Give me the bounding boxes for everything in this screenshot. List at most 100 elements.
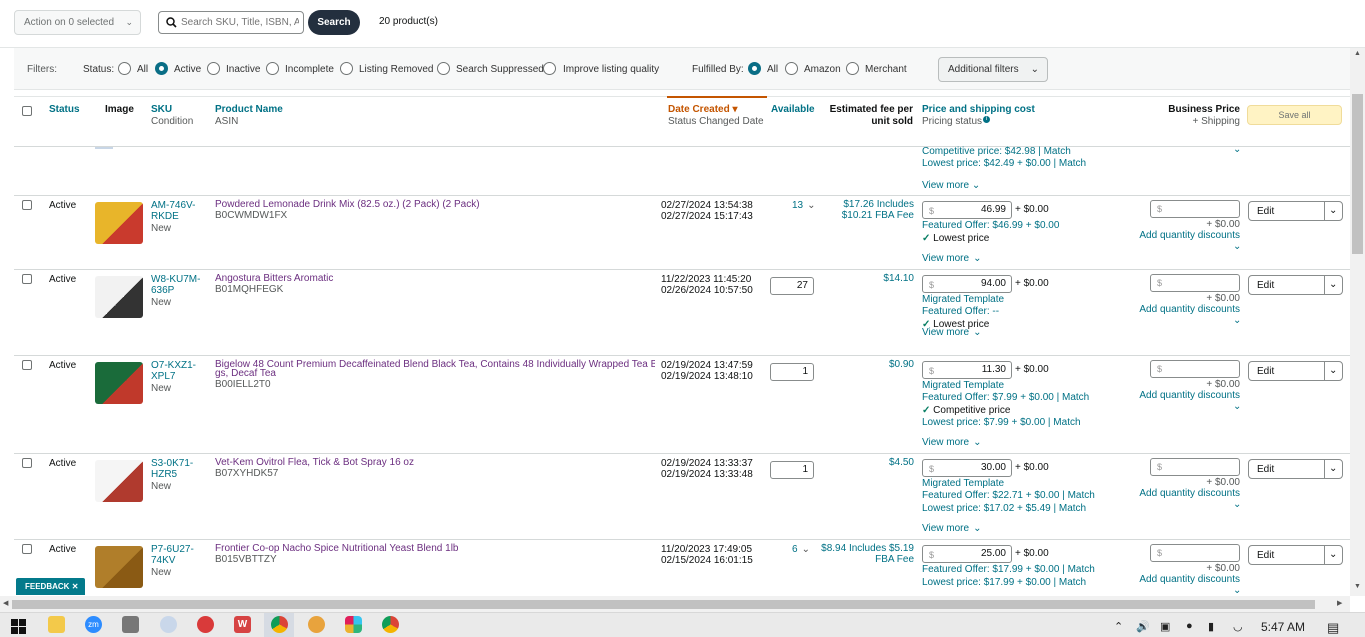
status-radio-search-suppressed[interactable] (437, 62, 450, 75)
row-sku-line1[interactable]: W8-KU7M- (151, 274, 200, 285)
snipping-icon[interactable] (160, 616, 177, 633)
business-price-input[interactable]: $ (1150, 200, 1240, 218)
scroll-right-icon[interactable]: ▶ (1337, 599, 1342, 607)
chevron-down-icon[interactable]: ⌄ (1329, 463, 1337, 474)
row-sku-line1[interactable]: P7-6U27- (151, 544, 194, 555)
price-input[interactable]: $11.30 (922, 361, 1012, 379)
row-sku-line2[interactable]: 636P (151, 285, 174, 296)
price-input[interactable]: $30.00 (922, 459, 1012, 477)
zoom-icon[interactable]: zm (85, 616, 102, 633)
row-product-name[interactable]: Angostura Bitters Aromatic (215, 273, 655, 284)
status-radio-listing-removed[interactable] (340, 62, 353, 75)
app-icon[interactable] (308, 616, 325, 633)
battery-icon[interactable]: ▮ (1208, 620, 1214, 633)
price-input[interactable]: $25.00 (922, 545, 1012, 563)
scroll-up-icon[interactable]: ▲ (1354, 50, 1361, 57)
header-available[interactable]: Available (771, 104, 815, 116)
chevron-down-icon[interactable]: ⌄ (1233, 585, 1241, 596)
wps-icon[interactable]: W (234, 616, 251, 633)
fulfilled-option-all[interactable]: All (767, 64, 778, 75)
chevron-down-icon[interactable]: ⌄ (1233, 241, 1241, 252)
header-status[interactable]: Status (49, 104, 80, 116)
fulfilled-radio-merchant[interactable] (846, 62, 859, 75)
add-quantity-discounts-link[interactable]: Add quantity discounts (1130, 390, 1240, 401)
migrated-template[interactable]: Migrated Template (922, 294, 1004, 305)
feedback-button[interactable]: FEEDBACK ✕ (16, 578, 85, 595)
chrome-icon[interactable] (271, 616, 288, 633)
row-checkbox[interactable] (22, 360, 32, 370)
vertical-scroll-thumb[interactable] (1352, 94, 1363, 254)
row-fee-line1[interactable]: $8.94 Includes $5.19 (800, 543, 914, 554)
edit-button[interactable]: Edit ⌄ (1248, 275, 1343, 295)
search-input[interactable] (181, 15, 299, 30)
row-fee-line1[interactable]: $0.90 (800, 359, 914, 370)
view-more-link[interactable]: View more ⌄ (922, 437, 981, 448)
match-link[interactable]: Match (1053, 417, 1080, 428)
row-fee-line1[interactable]: $17.26 Includes (800, 199, 914, 210)
business-price-input[interactable]: $ (1150, 544, 1240, 562)
row-fee-line2[interactable]: FBA Fee (800, 554, 914, 565)
row-sku-line2[interactable]: HZR5 (151, 469, 177, 480)
match-link[interactable]: Match (1068, 564, 1095, 575)
chevron-up-icon[interactable]: ⌃ (1114, 620, 1123, 633)
row-product-name[interactable]: Powdered Lemonade Drink Mix (82.5 oz.) (… (215, 199, 655, 210)
status-option-incomplete[interactable]: Incomplete (285, 64, 334, 75)
status-option-listing-removed[interactable]: Listing Removed (359, 64, 433, 75)
status-radio-incomplete[interactable] (266, 62, 279, 75)
chevron-down-icon[interactable]: ⌄ (1329, 279, 1337, 290)
microphone-icon[interactable]: ● (1186, 620, 1193, 632)
add-quantity-discounts-link[interactable]: Add quantity discounts (1130, 488, 1240, 499)
edit-button[interactable]: Edit ⌄ (1248, 201, 1343, 221)
edit-button[interactable]: Edit ⌄ (1248, 361, 1343, 381)
add-quantity-discounts-link[interactable]: Add quantity discounts (1130, 574, 1240, 585)
row-sku-line1[interactable]: O7-KXZ1- (151, 360, 196, 371)
migrated-template[interactable]: Migrated Template (922, 380, 1004, 391)
status-radio-improve-quality[interactable] (543, 62, 556, 75)
business-price-input[interactable]: $ (1150, 458, 1240, 476)
additional-filters-button[interactable]: Additional filters ⌄ (938, 57, 1048, 82)
row-sku-line1[interactable]: S3-0K71- (151, 458, 193, 469)
row-product-name-cont[interactable]: gs, Decaf Tea (215, 368, 276, 379)
fulfilled-option-merchant[interactable]: Merchant (865, 64, 907, 75)
scroll-left-icon[interactable]: ◀ (3, 599, 8, 607)
bulk-action-dropdown[interactable]: Action on 0 selected ⌄ (14, 10, 141, 35)
wifi-icon[interactable]: ◡ (1233, 620, 1243, 633)
file-explorer-icon[interactable] (48, 616, 65, 633)
fulfilled-radio-amazon[interactable] (785, 62, 798, 75)
chevron-down-icon[interactable]: ⌄ (1233, 144, 1241, 155)
status-radio-inactive[interactable] (207, 62, 220, 75)
clock[interactable]: 5:47 AM (1261, 620, 1305, 634)
match-link[interactable]: Match (1068, 490, 1095, 501)
row-sku-line2[interactable]: XPL7 (151, 371, 175, 382)
price-input[interactable]: $94.00 (922, 275, 1012, 293)
chevron-down-icon[interactable]: ⌄ (1329, 205, 1337, 216)
chevron-down-icon[interactable]: ⌄ (1233, 315, 1241, 326)
chevron-down-icon[interactable]: ⌄ (1329, 549, 1337, 560)
status-option-active[interactable]: Active (174, 64, 201, 75)
add-quantity-discounts-link[interactable]: Add quantity discounts (1130, 230, 1240, 241)
status-option-inactive[interactable]: Inactive (226, 64, 260, 75)
status-radio-active[interactable] (155, 62, 168, 75)
chevron-down-icon[interactable]: ⌄ (1233, 401, 1241, 412)
match-link[interactable]: Match (1062, 392, 1089, 403)
match-link[interactable]: Match (1059, 503, 1086, 514)
volume-icon[interactable]: 🔊 (1136, 620, 1150, 633)
info-icon[interactable]: i (983, 116, 991, 123)
row-checkbox[interactable] (22, 544, 32, 554)
row-checkbox[interactable] (22, 200, 32, 210)
fulfilled-option-amazon[interactable]: Amazon (804, 64, 841, 75)
view-more-link[interactable]: View more ⌄ (922, 327, 981, 338)
row-checkbox[interactable] (22, 458, 32, 468)
view-more-link[interactable]: View more ⌄ (922, 523, 981, 534)
save-all-button[interactable]: Save all (1247, 105, 1342, 125)
view-more-link[interactable]: View more ⌄ (922, 180, 980, 191)
scroll-down-icon[interactable]: ▼ (1354, 583, 1361, 590)
close-icon[interactable]: ✕ (72, 582, 79, 591)
match-link[interactable]: Match (1059, 577, 1086, 588)
header-product-name[interactable]: Product Name (215, 104, 283, 116)
row-product-name[interactable]: Bigelow 48 Count Premium Decaffeinated B… (215, 359, 655, 370)
row-sku-line1[interactable]: AM-746V- (151, 200, 195, 211)
search-box[interactable] (158, 11, 304, 34)
edit-button[interactable]: Edit ⌄ (1248, 459, 1343, 479)
view-more-link[interactable]: View more ⌄ (922, 253, 981, 264)
